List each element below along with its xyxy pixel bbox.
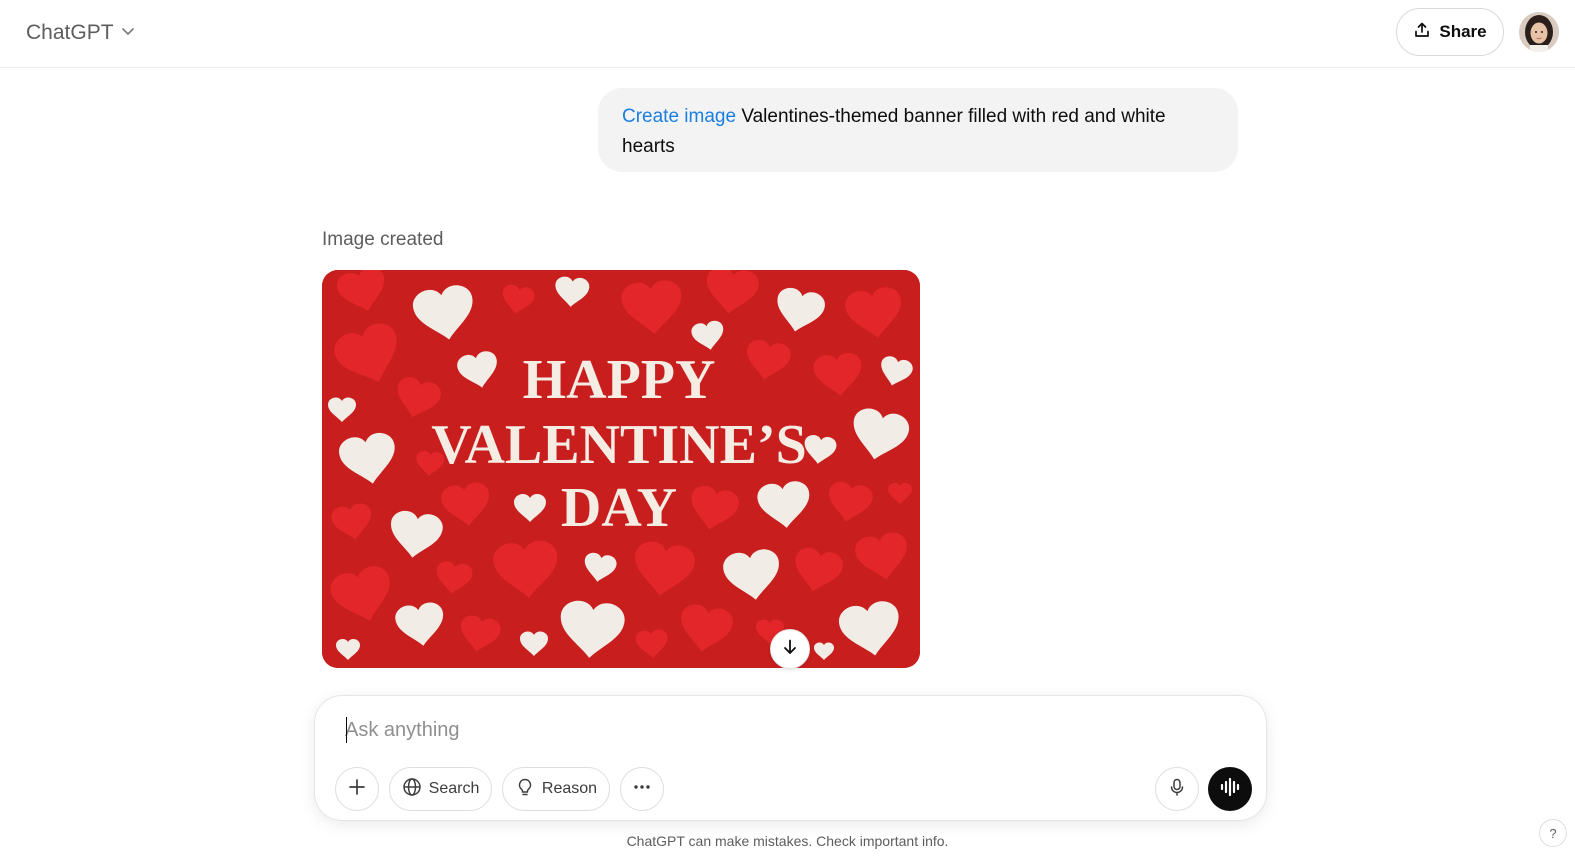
model-switcher[interactable]: ChatGPT — [16, 14, 146, 52]
voice-mode-button[interactable] — [1208, 767, 1252, 811]
disclaimer: ChatGPT can make mistakes. Check importa… — [626, 833, 949, 849]
waveform-icon — [1219, 776, 1241, 803]
attach-button[interactable] — [335, 767, 379, 811]
share-label: Share — [1439, 22, 1487, 41]
lightbulb-icon — [515, 777, 535, 802]
plus-icon — [347, 777, 367, 802]
model-name: ChatGPT — [26, 21, 114, 44]
share-icon — [1413, 21, 1431, 44]
arrow-down-icon — [781, 638, 799, 661]
reason-button[interactable]: Reason — [502, 767, 610, 811]
help-button[interactable]: ? — [1539, 819, 1567, 847]
generated-image[interactable]: HAPPY VALENTINE’S DAY — [322, 270, 920, 668]
avatar[interactable] — [1519, 12, 1559, 52]
dictate-button[interactable] — [1155, 767, 1199, 811]
microphone-icon — [1167, 777, 1187, 802]
chevron-down-icon — [120, 23, 136, 44]
more-tools-button[interactable] — [620, 767, 664, 811]
prompt-input[interactable] — [345, 714, 1225, 746]
top-bar: ChatGPT Share — [0, 0, 1575, 68]
scroll-down-button[interactable] — [770, 629, 810, 669]
search-button[interactable]: Search — [389, 767, 492, 811]
banner-headline-line2: VALENTINE’S — [431, 414, 807, 476]
search-label: Search — [428, 780, 480, 797]
tool-tag[interactable]: Create image — [622, 106, 736, 127]
reason-label: Reason — [541, 780, 598, 797]
banner-headline-line3: DAY — [561, 477, 677, 539]
more-horizontal-icon — [632, 777, 652, 802]
image-status: Image created — [322, 229, 444, 250]
globe-icon — [402, 777, 422, 802]
user-message: Create image Valentines-themed banner fi… — [598, 88, 1238, 172]
composer: Search Reason — [314, 695, 1267, 821]
share-button[interactable]: Share — [1396, 8, 1504, 56]
valentine-banner: HAPPY VALENTINE’S DAY — [322, 270, 920, 668]
banner-headline-line1: HAPPY — [523, 349, 716, 411]
text-caret — [346, 717, 347, 743]
